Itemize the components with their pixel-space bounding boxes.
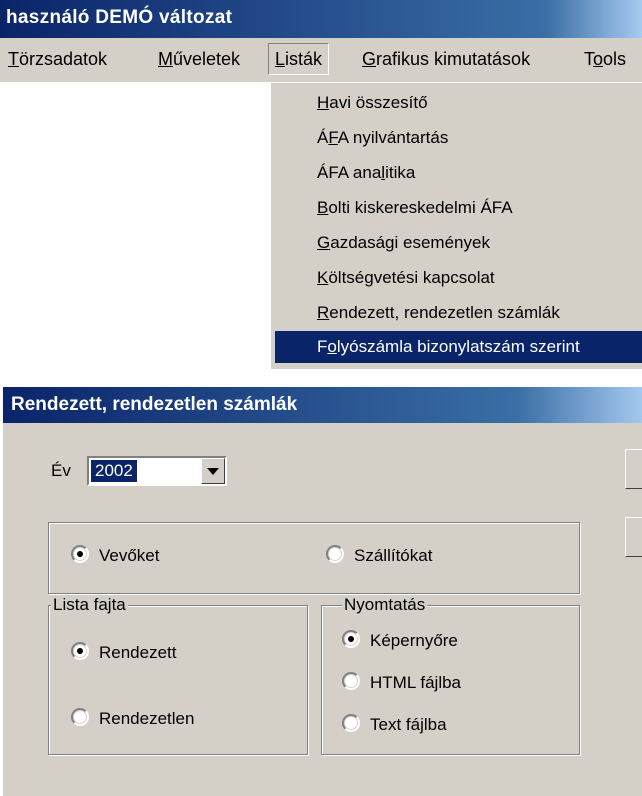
dialog-title-bar: Rendezett, rendezetlen számlák bbox=[3, 387, 642, 423]
radio-html-file[interactable]: HTML fájlba bbox=[342, 672, 461, 693]
year-value: 2002 bbox=[91, 460, 137, 482]
listak-dropdown-menu: Havi összesítő ÁFA nyilvántartás ÁFA ana… bbox=[269, 82, 642, 369]
dialog-window: Rendezett, rendezetlen számlák Év 2002 V… bbox=[0, 387, 642, 796]
side-button-1[interactable] bbox=[625, 449, 642, 489]
year-select[interactable]: 2002 bbox=[87, 456, 227, 486]
menu-item-havi-osszesito[interactable]: Havi összesítő bbox=[275, 87, 642, 119]
partner-group: Vevőket Szállítókat bbox=[48, 522, 580, 594]
menu-item-bolti-kiskereskedelmi-afa[interactable]: Bolti kiskereskedelmi ÁFA bbox=[275, 192, 642, 224]
year-label: Év bbox=[51, 461, 71, 480]
list-type-group: Lista fajta Rendezett Rendezetlen bbox=[48, 595, 308, 755]
radio-suppliers[interactable]: Szállítókat bbox=[326, 545, 432, 566]
list-type-legend: Lista fajta bbox=[51, 595, 128, 615]
radio-unordered[interactable]: Rendezetlen bbox=[71, 708, 194, 729]
menu-item-gazdasagi-esemenyek[interactable]: Gazdasági események bbox=[275, 227, 642, 259]
radio-selected-icon bbox=[71, 545, 89, 563]
menu-grafikus-kimutatasok[interactable]: Grafikus kimutatások bbox=[362, 49, 530, 70]
menu-bar: Törzsadatok Műveletek Listák Grafikus ki… bbox=[0, 38, 642, 82]
radio-empty-icon bbox=[326, 545, 344, 563]
menu-listak[interactable]: Listák bbox=[268, 43, 330, 75]
side-button-2[interactable] bbox=[625, 517, 642, 557]
radio-empty-icon bbox=[342, 672, 360, 690]
radio-ordered[interactable]: Rendezett bbox=[71, 642, 177, 663]
radio-selected-icon bbox=[342, 630, 360, 648]
menu-item-folyoszamla-bizonylatszam[interactable]: Folyószámla bizonylatszám szerint bbox=[275, 331, 642, 363]
radio-empty-icon bbox=[71, 708, 89, 726]
print-group: Nyomtatás Képernyőre HTML fájlba Text fá… bbox=[321, 595, 580, 755]
menu-torzsadatok[interactable]: Törzsadatok bbox=[8, 49, 107, 70]
menu-item-afa-nyilvantartas[interactable]: ÁFA nyilvántartás bbox=[275, 122, 642, 154]
menu-item-rendezett-rendezetlen-szamlak[interactable]: Rendezett, rendezetlen számlák bbox=[275, 297, 642, 329]
dialog-title: Rendezett, rendezetlen számlák bbox=[11, 394, 298, 415]
app-title: használó DEMÓ változat bbox=[6, 7, 233, 28]
radio-customers[interactable]: Vevőket bbox=[71, 545, 160, 566]
menu-tools[interactable]: Tools bbox=[584, 49, 626, 70]
menu-item-koltsegvetesi-kapcsolat[interactable]: Költségvetési kapcsolat bbox=[275, 262, 642, 294]
app-title-bar: használó DEMÓ változat bbox=[0, 0, 642, 38]
print-legend: Nyomtatás bbox=[342, 595, 428, 615]
radio-screen[interactable]: Képernyőre bbox=[342, 630, 458, 651]
menu-muveletek[interactable]: Műveletek bbox=[158, 49, 240, 70]
radio-text-file[interactable]: Text fájlba bbox=[342, 714, 447, 735]
radio-empty-icon bbox=[342, 714, 360, 732]
radio-selected-icon bbox=[71, 642, 89, 660]
menu-item-afa-analitika[interactable]: ÁFA analitika bbox=[275, 157, 642, 189]
chevron-down-icon[interactable] bbox=[201, 458, 225, 484]
